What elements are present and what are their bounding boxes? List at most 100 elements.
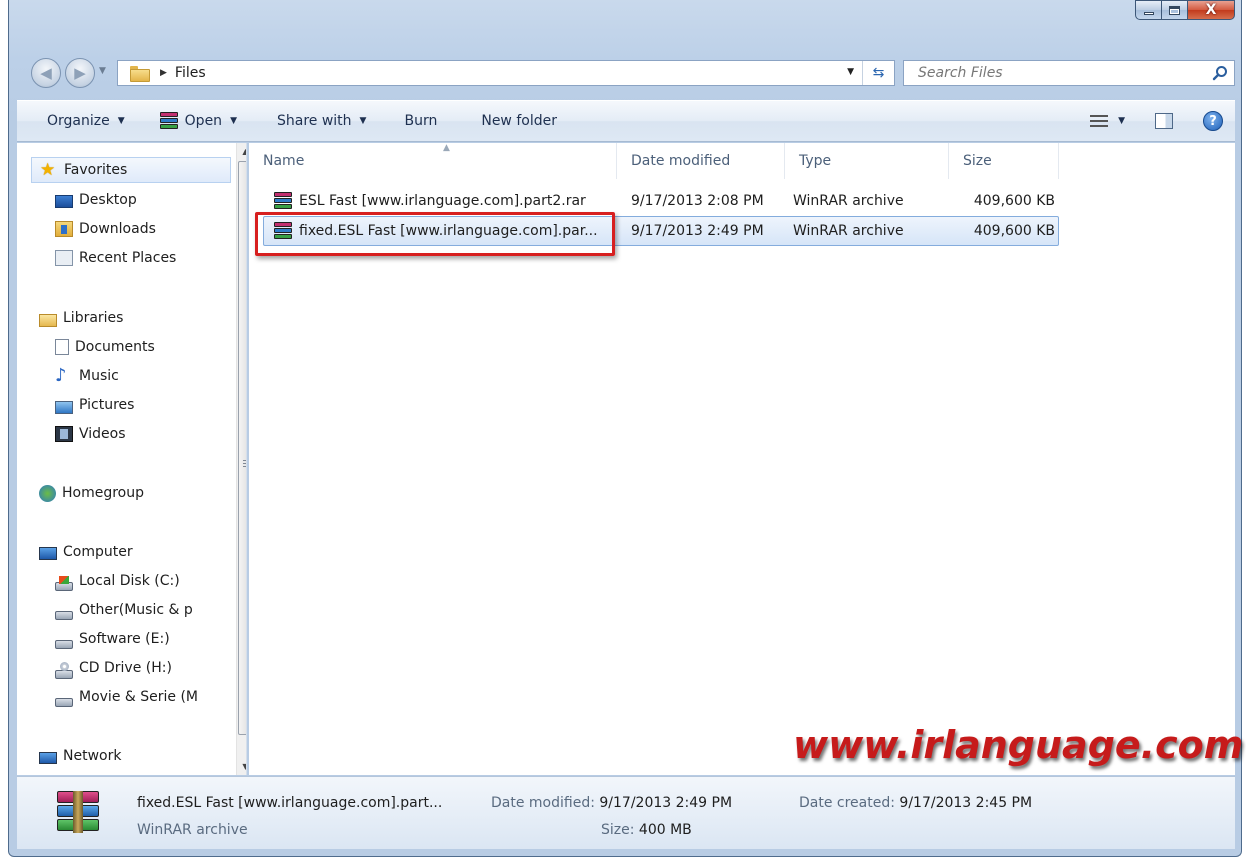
column-header-type[interactable]: Type	[785, 143, 949, 179]
column-header-size[interactable]: Size	[949, 143, 1059, 179]
nav-software-drive[interactable]: Software (E:)	[17, 626, 170, 652]
maximize-button[interactable]	[1162, 0, 1188, 20]
column-label: Name	[263, 153, 305, 169]
downloads-icon	[55, 221, 73, 237]
nav-label: Videos	[79, 426, 126, 442]
burn-label: Burn	[404, 113, 438, 129]
pictures-icon	[55, 400, 73, 414]
search-box[interactable]: Search Files	[903, 60, 1235, 86]
nav-local-disk[interactable]: Local Disk (C:)	[17, 568, 180, 594]
minimize-button[interactable]	[1135, 0, 1162, 20]
back-button[interactable]: ◀	[31, 58, 61, 88]
file-size: 409,600 KB	[973, 223, 1055, 239]
forward-button[interactable]: ▶	[65, 58, 95, 88]
star-icon: ★	[40, 160, 56, 180]
date-modified-label: Date modified:	[491, 795, 595, 811]
nav-libraries[interactable]: Libraries	[17, 305, 123, 331]
forward-arrow-icon: ▶	[74, 64, 86, 82]
file-name-cell: ESL Fast [www.irlanguage.com].part2.rar	[273, 187, 586, 215]
nav-label: Network	[63, 748, 122, 764]
file-date: 9/17/2013 2:08 PM	[631, 193, 764, 209]
nav-label: Documents	[75, 339, 155, 355]
details-file-name: fixed.ESL Fast [www.irlanguage.com].part…	[137, 795, 443, 811]
nav-label: Other(Music & p	[79, 602, 193, 618]
back-arrow-icon: ◀	[40, 64, 52, 82]
share-with-button[interactable]: Share with ▼	[277, 101, 366, 141]
preview-pane-icon	[1155, 113, 1173, 129]
column-label: Type	[799, 153, 832, 169]
caption-buttons: X	[1135, 0, 1235, 20]
preview-pane-button[interactable]	[1155, 101, 1173, 141]
nav-recent-places[interactable]: Recent Places	[17, 245, 176, 271]
navigation-pane: ★ Favorites Desktop Downloads Recent Plac…	[17, 143, 247, 775]
help-button[interactable]: ?	[1203, 101, 1223, 141]
title-bar: X	[9, 0, 1241, 48]
winrar-icon	[159, 112, 179, 130]
nav-homegroup[interactable]: Homegroup	[17, 480, 144, 506]
breadcrumb-arrow-icon[interactable]: ▶	[160, 68, 167, 78]
file-list: Name ▲ Date modified Type Size ESL Fast …	[249, 143, 1243, 775]
scrollbar-thumb[interactable]	[238, 161, 246, 735]
column-header-name[interactable]: Name ▲	[249, 143, 617, 179]
new-folder-button[interactable]: New folder	[481, 101, 557, 141]
nav-computer[interactable]: Computer	[17, 539, 133, 565]
address-bar[interactable]: ▶ Files ▼ ⇆	[117, 60, 895, 86]
nav-favorites[interactable]: ★ Favorites	[31, 157, 231, 183]
hard-drive-icon	[55, 610, 73, 620]
nav-scrollbar[interactable]: ▲ ▼	[236, 143, 246, 775]
open-button[interactable]: Open ▼	[159, 101, 237, 141]
nav-cd-drive[interactable]: CD Drive (H:)	[17, 655, 172, 681]
file-type: WinRAR archive	[793, 223, 904, 239]
nav-label: Favorites	[64, 162, 128, 178]
column-header-date-modified[interactable]: Date modified	[617, 143, 785, 179]
address-dropdown-icon[interactable]: ▼	[847, 67, 854, 77]
nav-label: Recent Places	[79, 250, 177, 266]
nav-videos[interactable]: Videos	[17, 421, 126, 447]
recent-pages-dropdown[interactable]: ▼	[99, 66, 106, 76]
nav-movie-drive[interactable]: Movie & Serie (M	[17, 684, 198, 710]
breadcrumb-files[interactable]: Files	[175, 65, 206, 81]
details-pane: fixed.ESL Fast [www.irlanguage.com].part…	[17, 776, 1235, 849]
help-icon: ?	[1203, 111, 1223, 131]
nav-music[interactable]: ♪ Music	[17, 363, 119, 389]
date-created-label: Date created:	[799, 795, 895, 811]
nav-downloads[interactable]: Downloads	[17, 216, 156, 242]
address-row: ◀ ▶ ▼ ▶ Files ▼ ⇆ Search Files	[17, 56, 1235, 90]
network-icon	[39, 752, 57, 764]
nav-network[interactable]: Network	[17, 743, 121, 769]
details-date-created: Date created: 9/17/2013 2:45 PM	[799, 795, 1032, 811]
nav-label: Homegroup	[62, 485, 145, 501]
details-size: Size: 400 MB	[601, 822, 692, 838]
refresh-button[interactable]: ⇆	[862, 61, 894, 85]
search-icon[interactable]	[1212, 65, 1228, 81]
refresh-icon: ⇆	[872, 65, 885, 81]
details-date-modified: Date modified: 9/17/2013 2:49 PM	[491, 795, 732, 811]
local-disk-icon	[55, 575, 73, 591]
nav-desktop[interactable]: Desktop	[17, 187, 137, 213]
highlight-box	[255, 212, 615, 256]
nav-label: Desktop	[79, 192, 137, 208]
maximize-icon	[1169, 5, 1180, 15]
hard-drive-icon	[55, 639, 73, 649]
change-view-button[interactable]: ▼	[1090, 101, 1125, 141]
nav-other-drive[interactable]: Other(Music & p	[17, 597, 193, 623]
minimize-icon	[1143, 12, 1154, 15]
scroll-up-arrow-icon[interactable]: ▲	[237, 143, 246, 160]
burn-button[interactable]: Burn	[404, 101, 437, 141]
search-input[interactable]: Search Files	[918, 65, 1003, 81]
close-button[interactable]: X	[1188, 0, 1235, 20]
size-label: Size:	[601, 822, 635, 838]
nav-label: Downloads	[79, 221, 156, 237]
organize-button[interactable]: Organize ▼	[47, 101, 125, 141]
nav-label: Local Disk (C:)	[79, 573, 180, 589]
nav-documents[interactable]: Documents	[17, 334, 155, 360]
chevron-down-icon: ▼	[1118, 116, 1125, 126]
open-label: Open	[184, 113, 223, 129]
scroll-down-arrow-icon[interactable]: ▼	[237, 758, 246, 775]
nav-label: Pictures	[79, 397, 135, 413]
nav-label: Movie & Serie (M	[79, 689, 198, 705]
computer-icon	[39, 546, 57, 560]
nav-pictures[interactable]: Pictures	[17, 392, 134, 418]
winrar-archive-icon	[55, 791, 101, 833]
nav-label: Libraries	[63, 310, 124, 326]
